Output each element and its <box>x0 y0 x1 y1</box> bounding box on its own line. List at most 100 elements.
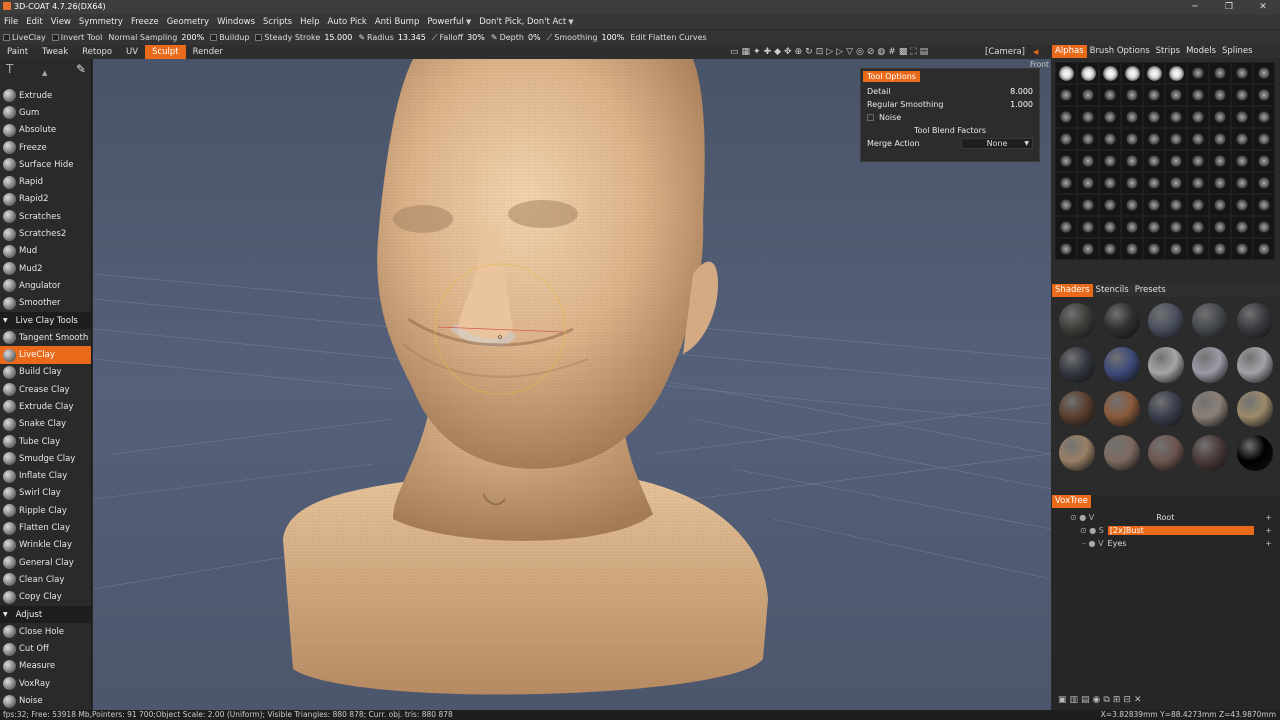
section-header-live-clay-tools[interactable]: ▼ Live Clay Tools <box>0 311 91 330</box>
alpha-thumbnail[interactable] <box>1143 172 1165 194</box>
tool-item-absolute[interactable]: Absolute <box>0 122 91 139</box>
alpha-thumbnail[interactable] <box>1055 150 1077 172</box>
alpha-thumbnail[interactable] <box>1055 84 1077 106</box>
no-symbol-icon[interactable]: ⊘ <box>867 47 875 57</box>
tool-item-general-clay[interactable]: General Clay <box>0 554 91 571</box>
alpha-thumbnail[interactable] <box>1099 238 1121 260</box>
tool-item-flatten-clay[interactable]: Flatten Clay <box>0 519 91 536</box>
eye-icon[interactable]: ⊙ ● S <box>1080 526 1104 535</box>
tool-item-measure[interactable]: Measure <box>0 658 91 675</box>
shader-thumbnail[interactable] <box>1055 431 1099 475</box>
alpha-thumbnail[interactable] <box>1231 216 1253 238</box>
anti-bump-toggle[interactable]: Anti Bump <box>371 17 424 27</box>
shader-thumbnail[interactable] <box>1233 343 1277 387</box>
tool-item-mud2[interactable]: Mud2 <box>0 260 91 277</box>
fullscreen-icon[interactable]: ⛶ <box>910 47 916 57</box>
alpha-thumbnail[interactable] <box>1209 150 1231 172</box>
ortho-icon[interactable]: ▷ <box>826 47 833 57</box>
shader-thumbnail[interactable] <box>1055 343 1099 387</box>
alpha-thumbnail[interactable] <box>1055 128 1077 150</box>
alpha-thumbnail[interactable] <box>1253 216 1275 238</box>
alpha-thumbnail[interactable] <box>1143 216 1165 238</box>
folder-icon[interactable]: ▤ <box>1081 695 1090 707</box>
menu-symmetry[interactable]: Symmetry <box>75 17 127 27</box>
menu-windows[interactable]: Windows <box>213 17 259 27</box>
alpha-thumbnail[interactable] <box>1121 194 1143 216</box>
alpha-thumbnail[interactable] <box>1209 238 1231 260</box>
tool-item-wrinkle-clay[interactable]: Wrinkle Clay <box>0 537 91 554</box>
edit-flatten-curves-button[interactable]: Edit Flatten Curves <box>627 33 709 42</box>
alpha-thumbnail[interactable] <box>1121 84 1143 106</box>
tool-item-scratches[interactable]: Scratches <box>0 208 91 225</box>
add-layer-icon[interactable]: + <box>1265 513 1272 522</box>
grid-view-icon[interactable]: ▦ <box>742 47 751 57</box>
tool-item-tangent-smooth[interactable]: Tangent Smooth <box>0 329 91 346</box>
tab-splines[interactable]: Splines <box>1219 45 1256 58</box>
pick-mode-select[interactable]: Don't Pick, Don't Act ▼ <box>475 17 577 27</box>
alpha-thumbnail[interactable] <box>1187 216 1209 238</box>
tool-item-rapid[interactable]: Rapid <box>0 173 91 190</box>
render-sphere-icon[interactable]: ◎ <box>856 47 864 57</box>
radius-slider[interactable]: ✎ Radius 13.345 <box>355 33 429 42</box>
brush-mode-select[interactable]: Powerful ▼ <box>423 17 475 27</box>
alpha-thumbnail[interactable] <box>1187 172 1209 194</box>
alpha-thumbnail[interactable] <box>1165 62 1187 84</box>
shader-thumbnail[interactable] <box>1099 431 1143 475</box>
depth-slider[interactable]: ✎ Depth 0% <box>488 33 544 42</box>
alpha-thumbnail[interactable] <box>1231 106 1253 128</box>
alpha-thumbnail[interactable] <box>1121 172 1143 194</box>
alpha-thumbnail[interactable] <box>1121 106 1143 128</box>
maximize-icon[interactable]: ❐ <box>1212 0 1246 14</box>
shader-thumbnail[interactable] <box>1099 343 1143 387</box>
alpha-thumbnail[interactable] <box>1209 62 1231 84</box>
alpha-thumbnail[interactable] <box>1055 172 1077 194</box>
tool-item-smoother[interactable]: Smoother <box>0 295 91 312</box>
room-tab-paint[interactable]: Paint <box>0 45 35 59</box>
tab-shaders[interactable]: Shaders <box>1052 284 1093 297</box>
screen-icon[interactable]: ▤ <box>920 47 929 57</box>
alpha-thumbnail[interactable] <box>1099 84 1121 106</box>
tool-item-build-clay[interactable]: Build Clay <box>0 364 91 381</box>
alpha-thumbnail[interactable] <box>1187 194 1209 216</box>
detail-slider[interactable]: Detail 8.000 <box>861 85 1039 98</box>
alpha-thumbnail[interactable] <box>1187 106 1209 128</box>
alpha-thumbnail[interactable] <box>1165 216 1187 238</box>
rotate-icon[interactable]: ↻ <box>805 47 813 57</box>
alpha-thumbnail[interactable] <box>1231 150 1253 172</box>
alpha-thumbnail[interactable] <box>1121 128 1143 150</box>
alpha-thumbnail[interactable] <box>1099 128 1121 150</box>
alpha-thumbnail[interactable] <box>1121 150 1143 172</box>
alpha-thumbnail[interactable] <box>1143 238 1165 260</box>
alpha-thumbnail[interactable] <box>1077 194 1099 216</box>
menu-freeze[interactable]: Freeze <box>127 17 163 27</box>
tool-item-mud[interactable]: Mud <box>0 243 91 260</box>
paint-drop-icon[interactable]: ◆ <box>774 47 781 57</box>
grid-icon[interactable]: # <box>888 47 896 57</box>
text-tool-icon[interactable]: T <box>6 62 13 76</box>
menu-file[interactable]: File <box>0 17 22 27</box>
voxtree-item-bust[interactable]: ⊙ ● S [2x]Bust + <box>1052 524 1280 537</box>
sphere-icon[interactable]: ◍ <box>877 47 885 57</box>
tool-item-extrude[interactable]: Extrude <box>0 87 91 104</box>
alpha-thumbnail[interactable] <box>1077 238 1099 260</box>
shader-thumbnail[interactable] <box>1144 431 1188 475</box>
alpha-thumbnail[interactable] <box>1121 238 1143 260</box>
tool-item-close-hole[interactable]: Close Hole <box>0 623 91 640</box>
alpha-thumbnail[interactable] <box>1209 128 1231 150</box>
tool-item-noise[interactable]: Noise <box>0 692 91 709</box>
add-layer-icon[interactable]: + <box>1265 526 1272 535</box>
delete-icon[interactable]: ▥ <box>1070 695 1079 707</box>
tab-voxtree[interactable]: VoxTree <box>1052 495 1091 508</box>
alpha-thumbnail[interactable] <box>1077 62 1099 84</box>
alpha-thumbnail[interactable] <box>1231 128 1253 150</box>
tool-item-voxray[interactable]: VoxRay <box>0 675 91 692</box>
tab-stencils[interactable]: Stencils <box>1093 284 1132 297</box>
alpha-thumbnail[interactable] <box>1077 172 1099 194</box>
alpha-thumbnail[interactable] <box>1209 194 1231 216</box>
menu-edit[interactable]: Edit <box>22 17 46 27</box>
tool-item-extrude-clay[interactable]: Extrude Clay <box>0 398 91 415</box>
shader-thumbnail[interactable] <box>1188 343 1232 387</box>
layout-icon[interactable]: ▭ <box>730 47 739 57</box>
room-tab-uv[interactable]: UV <box>119 45 145 59</box>
alpha-thumbnail[interactable] <box>1143 128 1165 150</box>
